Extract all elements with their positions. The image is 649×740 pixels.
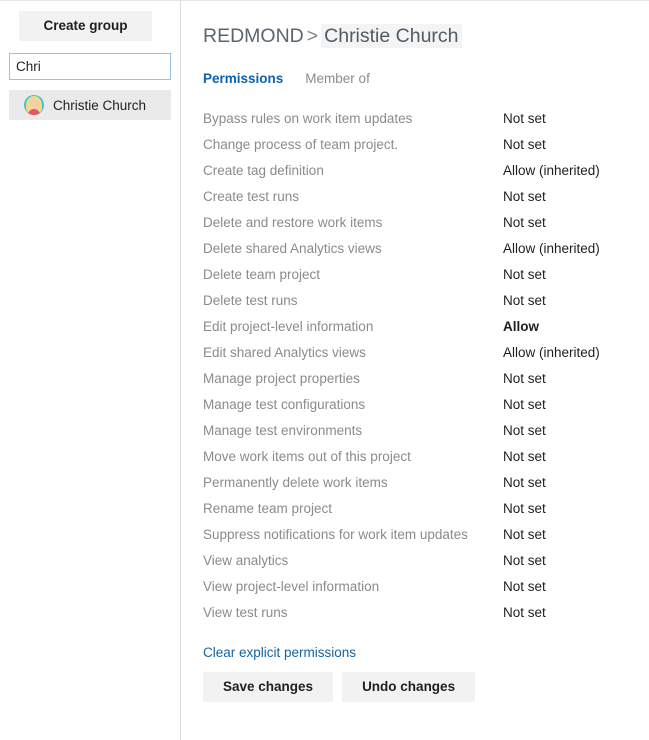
permission-row: Edit project-level informationAllow	[203, 314, 633, 340]
permission-value[interactable]: Not set	[503, 106, 633, 132]
breadcrumb: REDMOND>Christie Church	[203, 23, 649, 49]
permission-name: Rename team project	[203, 496, 503, 522]
identity-name-label: Christie Church	[53, 98, 146, 113]
permission-name: Delete test runs	[203, 288, 503, 314]
permission-row: Create tag definitionAllow (inherited)	[203, 158, 633, 184]
permission-value[interactable]: Not set	[503, 522, 633, 548]
permission-row: Move work items out of this projectNot s…	[203, 444, 633, 470]
permission-row: Manage test environmentsNot set	[203, 418, 633, 444]
tab-permissions[interactable]: Permissions	[203, 71, 283, 86]
permission-value[interactable]: Allow	[503, 314, 633, 340]
permission-value[interactable]: Not set	[503, 496, 633, 522]
permission-name: Delete shared Analytics views	[203, 236, 503, 262]
breadcrumb-separator-icon: >	[307, 25, 318, 47]
permission-name: Delete team project	[203, 262, 503, 288]
tab-member-of[interactable]: Member of	[305, 71, 370, 86]
user-avatar-icon	[24, 95, 44, 115]
permission-value[interactable]: Not set	[503, 366, 633, 392]
permission-value[interactable]: Not set	[503, 210, 633, 236]
permission-name: Suppress notifications for work item upd…	[203, 522, 503, 548]
permission-row: View project-level informationNot set	[203, 574, 633, 600]
permission-value[interactable]: Not set	[503, 470, 633, 496]
permission-row: Rename team projectNot set	[203, 496, 633, 522]
permission-name: Bypass rules on work item updates	[203, 106, 503, 132]
permission-name: View analytics	[203, 548, 503, 574]
permission-name: Permanently delete work items	[203, 470, 503, 496]
list-item-christie-church[interactable]: Christie Church	[9, 90, 171, 120]
permission-row: Delete shared Analytics viewsAllow (inhe…	[203, 236, 633, 262]
security-permissions-page: Create group Christie Church REDMOND>Chr…	[0, 1, 649, 740]
permission-row: Bypass rules on work item updatesNot set	[203, 106, 633, 132]
identity-search-container	[9, 53, 180, 80]
permission-value[interactable]: Not set	[503, 574, 633, 600]
permission-value[interactable]: Not set	[503, 444, 633, 470]
permission-name: Manage project properties	[203, 366, 503, 392]
permission-name: Manage test configurations	[203, 392, 503, 418]
permission-value[interactable]: Not set	[503, 262, 633, 288]
save-changes-button[interactable]: Save changes	[203, 672, 333, 702]
identity-sidebar: Create group Christie Church	[0, 1, 181, 740]
permission-row: Delete team projectNot set	[203, 262, 633, 288]
identity-search-input[interactable]	[9, 53, 171, 80]
permissions-table: Bypass rules on work item updatesNot set…	[203, 106, 633, 626]
create-group-button[interactable]: Create group	[19, 11, 152, 41]
permission-name: Create tag definition	[203, 158, 503, 184]
permission-value[interactable]: Not set	[503, 548, 633, 574]
permission-row: Manage project propertiesNot set	[203, 366, 633, 392]
breadcrumb-root: REDMOND	[203, 25, 304, 47]
permission-row: Delete test runsNot set	[203, 288, 633, 314]
action-button-group: Save changes Undo changes	[203, 672, 649, 702]
permission-row: Edit shared Analytics viewsAllow (inheri…	[203, 340, 633, 366]
permission-value[interactable]: Not set	[503, 392, 633, 418]
permission-name: Edit project-level information	[203, 314, 503, 340]
permission-name: View project-level information	[203, 574, 503, 600]
permission-row: Delete and restore work itemsNot set	[203, 210, 633, 236]
permission-row: View test runsNot set	[203, 600, 633, 626]
permission-row: Create test runsNot set	[203, 184, 633, 210]
permission-name: Change process of team project.	[203, 132, 503, 158]
clear-explicit-permissions-link[interactable]: Clear explicit permissions	[203, 645, 356, 660]
tab-bar: Permissions Member of	[203, 71, 649, 86]
breadcrumb-current: Christie Church	[321, 24, 461, 48]
permission-value[interactable]: Not set	[503, 600, 633, 626]
permission-name: Manage test environments	[203, 418, 503, 444]
permission-name: Delete and restore work items	[203, 210, 503, 236]
permission-name: Edit shared Analytics views	[203, 340, 503, 366]
permission-value[interactable]: Not set	[503, 288, 633, 314]
permission-value[interactable]: Allow (inherited)	[503, 340, 633, 366]
permission-row: Permanently delete work itemsNot set	[203, 470, 633, 496]
permission-name: View test runs	[203, 600, 503, 626]
permissions-table-body: Bypass rules on work item updatesNot set…	[203, 106, 633, 626]
permissions-main-panel: REDMOND>Christie Church Permissions Memb…	[181, 1, 649, 740]
permission-value[interactable]: Not set	[503, 184, 633, 210]
permission-row: Suppress notifications for work item upd…	[203, 522, 633, 548]
permission-value[interactable]: Allow (inherited)	[503, 236, 633, 262]
permission-name: Create test runs	[203, 184, 503, 210]
permission-row: Change process of team project.Not set	[203, 132, 633, 158]
permission-value[interactable]: Allow (inherited)	[503, 158, 633, 184]
permission-value[interactable]: Not set	[503, 418, 633, 444]
permission-value[interactable]: Not set	[503, 132, 633, 158]
identity-results-list: Christie Church	[9, 90, 180, 120]
permission-row: View analyticsNot set	[203, 548, 633, 574]
undo-changes-button[interactable]: Undo changes	[342, 672, 475, 702]
permission-row: Manage test configurationsNot set	[203, 392, 633, 418]
permission-name: Move work items out of this project	[203, 444, 503, 470]
